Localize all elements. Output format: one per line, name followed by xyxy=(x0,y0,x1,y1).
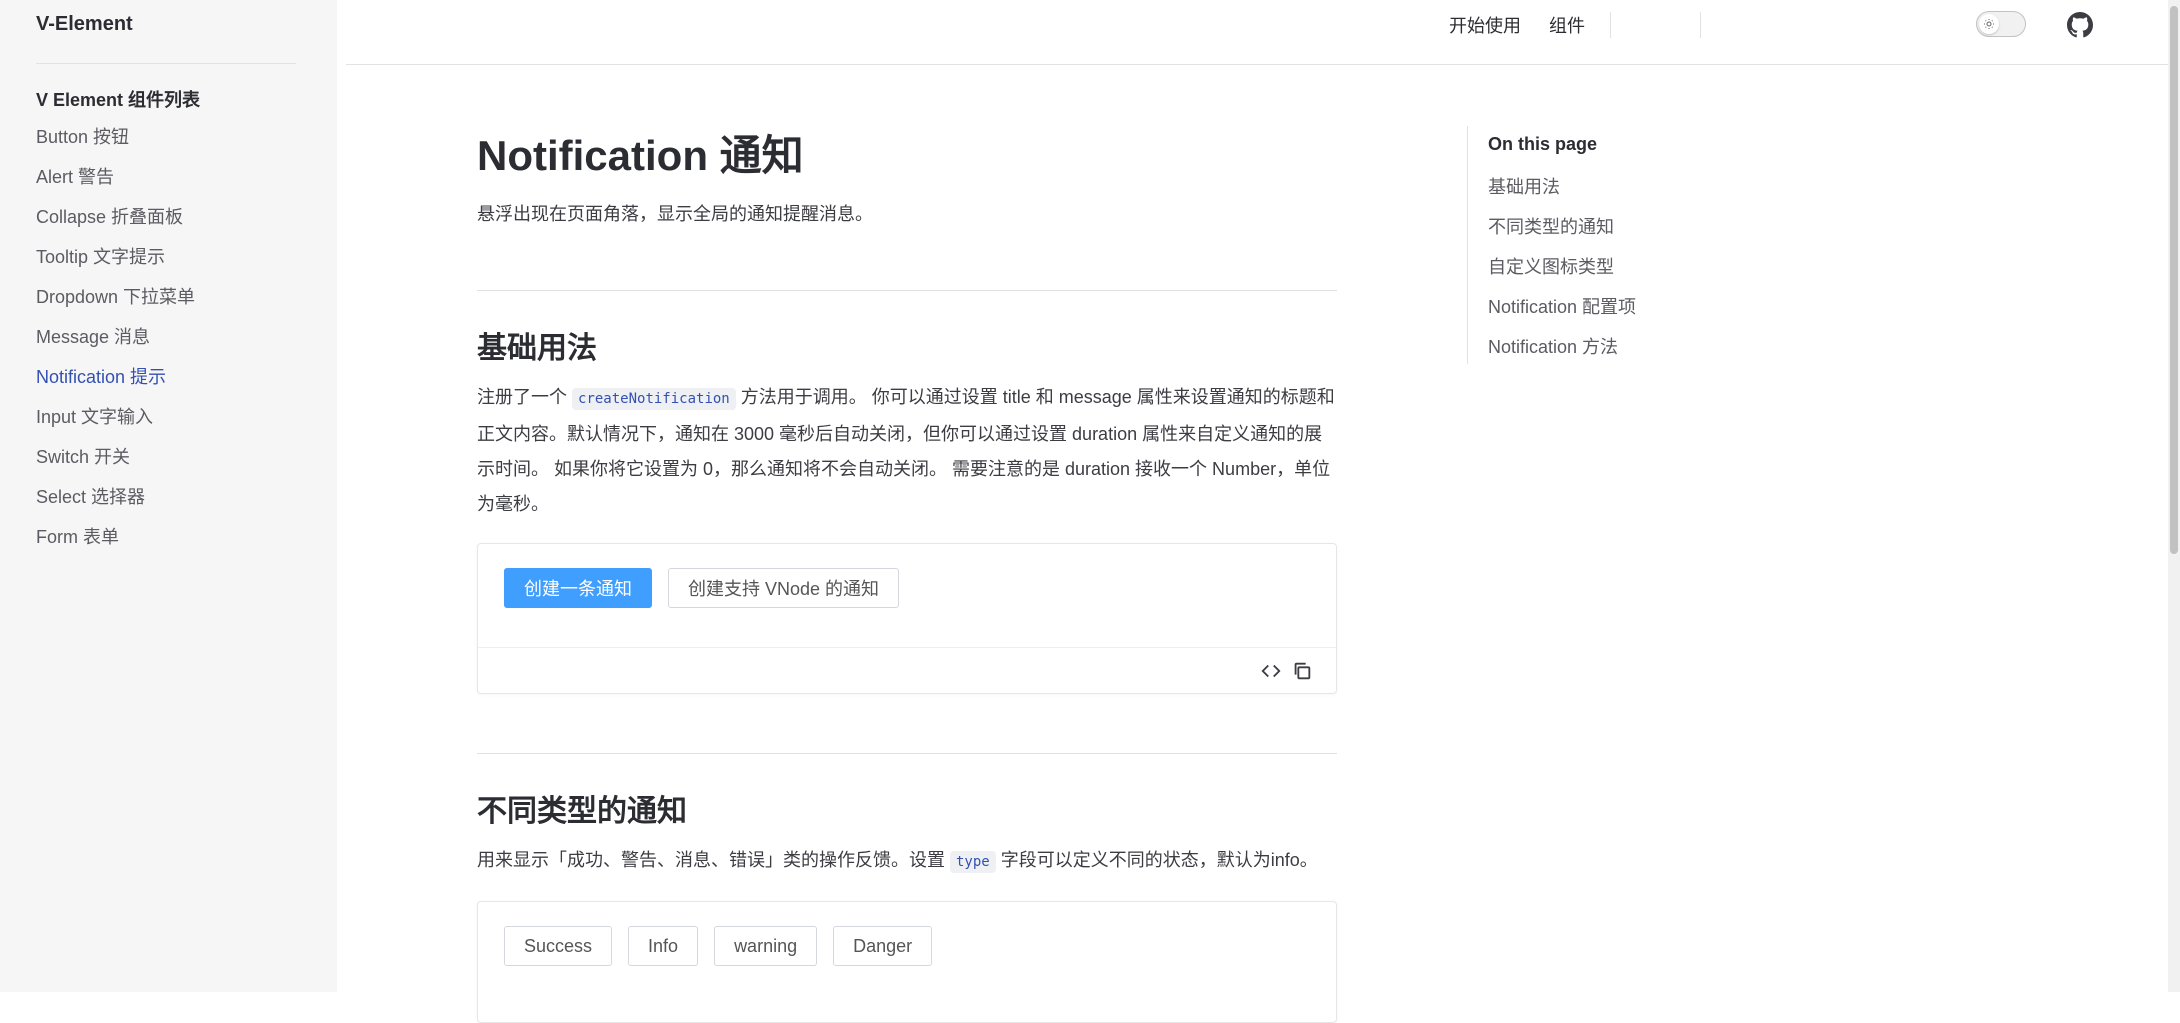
table-of-contents: On this page 基础用法 不同类型的通知 自定义图标类型 Notifi… xyxy=(1467,126,1636,364)
demo-buttons: 创建一条通知 创建支持 VNode 的通知 xyxy=(504,568,900,608)
sidebar-item-notification[interactable]: Notification 提示 xyxy=(36,365,195,405)
scrollbar[interactable] xyxy=(2168,0,2180,992)
info-button[interactable]: Info xyxy=(628,926,699,966)
sidebar-item-message[interactable]: Message 消息 xyxy=(36,325,195,365)
demo-block-types: Success Info warning Danger xyxy=(477,901,1337,1023)
sidebar-section-title: V Element 组件列表 xyxy=(36,90,201,110)
heading-notification-types: 不同类型的通知 xyxy=(477,795,687,828)
toc-item-options[interactable]: Notification 配置项 xyxy=(1488,293,1636,333)
scrollbar-thumb[interactable] xyxy=(2170,6,2178,554)
toc-item-basic-usage[interactable]: 基础用法 xyxy=(1488,173,1636,213)
demo-block-basic: 创建一条通知 创建支持 VNode 的通知 xyxy=(477,543,1337,694)
demo-toolbar xyxy=(478,647,1336,694)
nav-link-getting-started[interactable]: 开始使用 xyxy=(1449,12,1521,38)
toc-item-custom-icon[interactable]: 自定义图标类型 xyxy=(1488,253,1636,293)
danger-button[interactable]: Danger xyxy=(833,926,933,966)
sidebar-item-switch[interactable]: Switch 开关 xyxy=(36,445,195,485)
top-nav: 开始使用 组件 xyxy=(346,0,2180,65)
sidebar: V-Element V Element 组件列表 Button 按钮 Alert… xyxy=(0,0,337,992)
github-icon[interactable] xyxy=(2067,12,2093,38)
copy-icon[interactable] xyxy=(1291,660,1313,682)
sidebar-item-dropdown[interactable]: Dropdown 下拉菜单 xyxy=(36,285,195,325)
notification-types-paragraph: 用来显示「成功、警告、消息、错误」类的操作反馈。设置 type 字段可以定义不同… xyxy=(477,843,1337,880)
paragraph-text: 字段可以定义不同的状态，默认为info。 xyxy=(995,850,1318,870)
theme-toggle[interactable] xyxy=(1976,11,2026,37)
toc-title: On this page xyxy=(1488,134,1598,154)
nav-divider xyxy=(1610,12,1611,38)
code-icon[interactable] xyxy=(1260,660,1282,682)
section-divider xyxy=(477,753,1337,754)
paragraph-text: 用来显示「成功、警告、消息、错误」类的操作反馈。设置 xyxy=(477,850,950,870)
toc-item-types[interactable]: 不同类型的通知 xyxy=(1488,213,1636,253)
demo-buttons: Success Info warning Danger xyxy=(504,926,933,966)
sidebar-nav-list: Button 按钮 Alert 警告 Collapse 折叠面板 Tooltip… xyxy=(36,125,195,565)
nav-link-components[interactable]: 组件 xyxy=(1549,12,1585,38)
inline-code: type xyxy=(950,851,996,873)
sun-icon xyxy=(1979,14,1999,34)
success-button[interactable]: Success xyxy=(504,926,613,966)
site-brand[interactable]: V-Element xyxy=(36,13,133,36)
paragraph-text: 注册了一个 xyxy=(477,387,573,407)
sidebar-item-collapse[interactable]: Collapse 折叠面板 xyxy=(36,205,195,245)
warning-button[interactable]: warning xyxy=(714,926,818,966)
page-lead: 悬浮出现在页面角落，显示全局的通知提醒消息。 xyxy=(477,204,873,224)
heading-basic-usage: 基础用法 xyxy=(477,332,597,365)
sidebar-item-input[interactable]: Input 文字输入 xyxy=(36,405,195,445)
inline-code: createNotification xyxy=(572,388,736,410)
nav-divider xyxy=(1700,12,1701,38)
sidebar-item-button[interactable]: Button 按钮 xyxy=(36,125,195,165)
create-notification-button[interactable]: 创建一条通知 xyxy=(504,568,652,608)
toc-item-methods[interactable]: Notification 方法 xyxy=(1488,333,1636,373)
sidebar-divider xyxy=(36,63,296,64)
section-divider xyxy=(477,290,1337,291)
sidebar-item-alert[interactable]: Alert 警告 xyxy=(36,165,195,205)
sidebar-item-select[interactable]: Select 选择器 xyxy=(36,485,195,525)
sidebar-item-tooltip[interactable]: Tooltip 文字提示 xyxy=(36,245,195,285)
toc-list: 基础用法 不同类型的通知 自定义图标类型 Notification 配置项 No… xyxy=(1488,173,1636,373)
page-title: Notification 通知 xyxy=(477,132,804,179)
create-vnode-notification-button[interactable]: 创建支持 VNode 的通知 xyxy=(668,568,900,608)
basic-usage-paragraph: 注册了一个 createNotification 方法用于调用。 你可以通过设置… xyxy=(477,380,1337,522)
sidebar-item-form[interactable]: Form 表单 xyxy=(36,525,195,565)
